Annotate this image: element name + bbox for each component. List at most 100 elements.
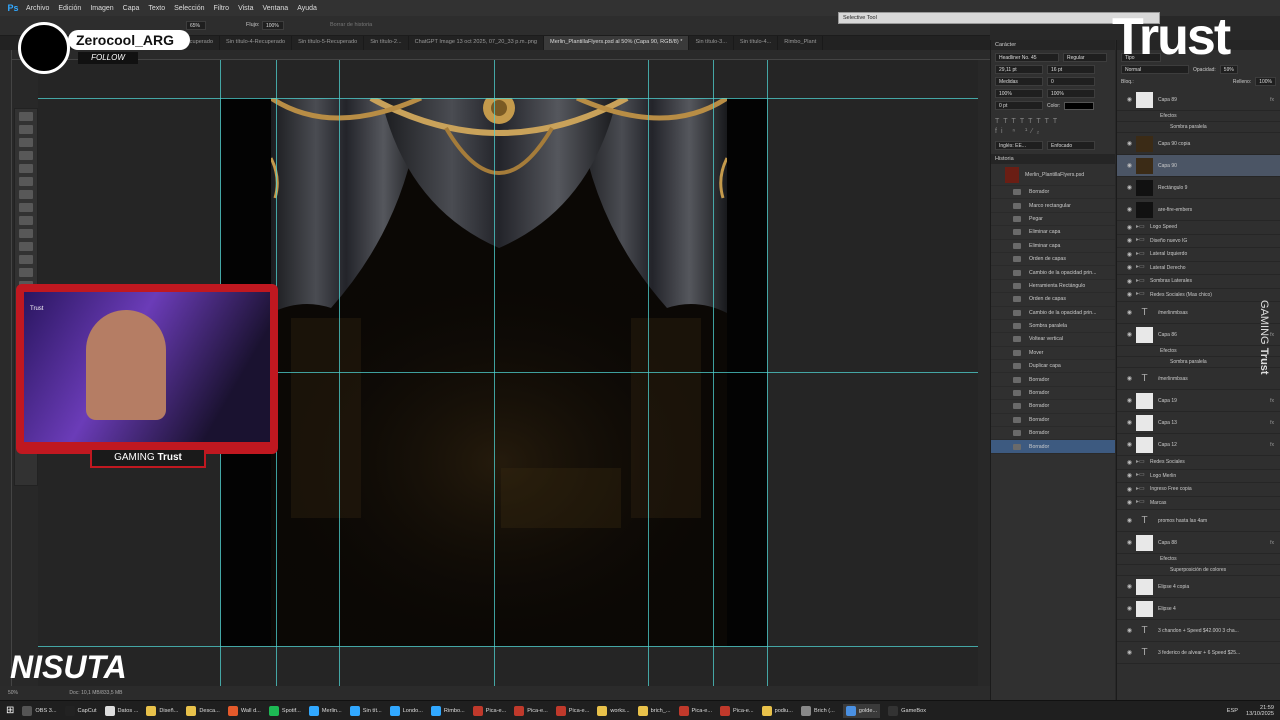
history-item[interactable]: Borrador	[991, 373, 1115, 387]
type-style-buttons[interactable]: TTTTTTTT	[995, 118, 1111, 125]
opentype-buttons[interactable]: fi ⁿ ¹⁄₂	[995, 128, 1111, 135]
menu-filtro[interactable]: Filtro	[214, 5, 230, 12]
crop-tool-icon[interactable]	[19, 164, 33, 173]
kerning-field[interactable]: Medidas	[995, 77, 1043, 86]
layer-row[interactable]: ◉ Elipse 4 copia	[1117, 576, 1280, 598]
layer-row[interactable]: ◉ Capa 19 fx	[1117, 390, 1280, 412]
visibility-eye-icon[interactable]: ◉	[1126, 649, 1133, 656]
antialias-select[interactable]: Enfocado	[1047, 141, 1095, 150]
font-size-field[interactable]: 29,11 pt	[995, 65, 1043, 74]
layer-row[interactable]: ◉ Capa 90	[1117, 155, 1280, 177]
history-item[interactable]: Voltear vertical	[991, 333, 1115, 347]
visibility-eye-icon[interactable]: ◉	[1126, 224, 1133, 231]
tab-doc-7[interactable]: Sin título-3...	[689, 36, 734, 50]
start-windows-icon[interactable]: ⊞	[6, 705, 14, 716]
history-item[interactable]: Borrador	[991, 414, 1115, 428]
taskbar-app[interactable]: OBS 3...	[22, 704, 57, 718]
layer-row[interactable]: ◉ ▸▭ Logo Merlin	[1117, 470, 1280, 483]
visibility-eye-icon[interactable]: ◉	[1126, 583, 1133, 590]
layer-row[interactable]: ◉ ▸▭ Lateral Derecho	[1117, 262, 1280, 275]
taskbar-app[interactable]: podiu...	[761, 704, 793, 718]
menu-edicion[interactable]: Edición	[58, 5, 81, 12]
language-select[interactable]: Inglés: EE...	[995, 141, 1043, 150]
layer-row[interactable]: ◉ ▸▭ Sombras Laterales	[1117, 275, 1280, 289]
history-item[interactable]: Duplicar capa	[991, 360, 1115, 374]
history-item[interactable]: Orden de capas	[991, 293, 1115, 307]
taskbar-app[interactable]: Pica-e...	[720, 704, 754, 718]
layer-row[interactable]: ◉ ▸▭ Redes Sociales	[1117, 456, 1280, 470]
layer-row[interactable]: ◉ are-fire-embers	[1117, 199, 1280, 221]
layer-row[interactable]: ◉ Capa 89 fx	[1117, 89, 1280, 111]
taskbar-app[interactable]: Desca...	[186, 704, 220, 718]
layer-row[interactable]: ◉ ▸▭ Marcas	[1117, 497, 1280, 510]
layer-effects-icon[interactable]: fx	[1270, 442, 1274, 448]
visibility-eye-icon[interactable]: ◉	[1126, 96, 1133, 103]
taskbar-app[interactable]: works...	[597, 704, 630, 718]
layer-row[interactable]: ◉ T 3 chandon + Speed $42.000 3 cha...	[1117, 620, 1280, 642]
layer-row[interactable]: Sombra paralela	[1117, 122, 1280, 133]
layer-row[interactable]: Superposición de colores	[1117, 565, 1280, 576]
taskbar-app[interactable]: Sin tít...	[349, 704, 382, 718]
taskbar-app[interactable]: Pica-e...	[555, 704, 589, 718]
history-item[interactable]: Herramienta Rectángulo	[991, 280, 1115, 294]
visibility-eye-icon[interactable]: ◉	[1126, 331, 1133, 338]
taskbar-app[interactable]: Merlin...	[308, 704, 342, 718]
history-panel-title[interactable]: Historia	[991, 154, 1115, 164]
guide-vertical[interactable]	[494, 60, 495, 686]
layer-row[interactable]: ◉ ▸▭ Redes Sociales (Mas chico)	[1117, 289, 1280, 302]
history-item[interactable]: Cambio de la opacidad prin...	[991, 307, 1115, 320]
taskbar-app[interactable]: brich_...	[637, 704, 671, 718]
layer-row[interactable]: Efectos	[1117, 554, 1280, 565]
history-brush-tool-icon[interactable]	[19, 229, 33, 238]
taskbar-app[interactable]: Diseñ...	[146, 704, 178, 718]
character-panel-title[interactable]: Carácter	[991, 40, 1115, 50]
history-item[interactable]: Borrador	[991, 440, 1115, 454]
taskbar-app[interactable]: GameBox	[888, 704, 926, 718]
eraser-tool-icon[interactable]	[19, 242, 33, 251]
taskbar-app[interactable]: golde...	[842, 703, 881, 718]
layer-row[interactable]: ◉ Capa 13 fx	[1117, 412, 1280, 434]
layer-effects-icon[interactable]: fx	[1270, 97, 1274, 103]
tab-doc-8[interactable]: Sin título-4...	[734, 36, 779, 50]
history-item[interactable]: Eliminar capa	[991, 240, 1115, 253]
history-item[interactable]: Borrador	[991, 427, 1115, 441]
visibility-eye-icon[interactable]: ◉	[1126, 206, 1133, 213]
layer-row[interactable]: ◉ Rectángulo 9	[1117, 177, 1280, 199]
horizontal-scale-field[interactable]: 100%	[1047, 89, 1095, 98]
menu-vista[interactable]: Vista	[238, 5, 253, 12]
layer-opacity-field[interactable]: 59%	[1219, 65, 1238, 74]
visibility-eye-icon[interactable]: ◉	[1126, 419, 1133, 426]
guide-vertical[interactable]	[767, 60, 768, 686]
visibility-eye-icon[interactable]: ◉	[1126, 184, 1133, 191]
blend-mode-select[interactable]: Normal	[1121, 65, 1189, 74]
history-item[interactable]: Sombra paralela	[991, 320, 1115, 334]
brush-tool-icon[interactable]	[19, 203, 33, 212]
font-family-select[interactable]: Headliner No. 45	[995, 53, 1059, 62]
magic-wand-tool-icon[interactable]	[19, 151, 33, 160]
history-item[interactable]: Borrador	[991, 400, 1115, 414]
history-item[interactable]: Eliminar capa	[991, 226, 1115, 240]
layer-fill-field[interactable]: 100%	[1255, 77, 1276, 86]
layer-row[interactable]: ◉ ▸▭ Ingreso Free copia	[1117, 483, 1280, 497]
guide-horizontal[interactable]	[38, 646, 978, 647]
guide-vertical[interactable]	[648, 60, 649, 686]
zoom-level[interactable]: 50%	[8, 690, 18, 696]
visibility-eye-icon[interactable]: ◉	[1126, 499, 1133, 506]
menu-archivo[interactable]: Archivo	[26, 5, 49, 12]
tab-doc-4[interactable]: Sin título-2...	[364, 36, 409, 50]
visibility-eye-icon[interactable]: ◉	[1126, 140, 1133, 147]
gradient-tool-icon[interactable]	[19, 255, 33, 264]
layer-row[interactable]: ◉ T/merlinmbsas	[1117, 302, 1280, 324]
move-tool-icon[interactable]	[19, 112, 33, 121]
layer-row[interactable]: ◉ ▸▭ Logo Speed	[1117, 221, 1280, 235]
menu-capa[interactable]: Capa	[123, 5, 140, 12]
flujo-field[interactable]: 100%	[262, 21, 284, 30]
taskbar-app[interactable]: CapCut	[64, 704, 97, 718]
tab-doc-3[interactable]: Sin título-5-Recuperado	[292, 36, 365, 50]
tracking-field[interactable]: 0	[1047, 77, 1095, 86]
layer-row[interactable]: Efectos	[1117, 111, 1280, 122]
visibility-eye-icon[interactable]: ◉	[1126, 459, 1133, 466]
visibility-eye-icon[interactable]: ◉	[1126, 397, 1133, 404]
layer-effects-icon[interactable]: fx	[1270, 420, 1274, 426]
layer-row[interactable]: ◉ Capa 12 fx	[1117, 434, 1280, 456]
